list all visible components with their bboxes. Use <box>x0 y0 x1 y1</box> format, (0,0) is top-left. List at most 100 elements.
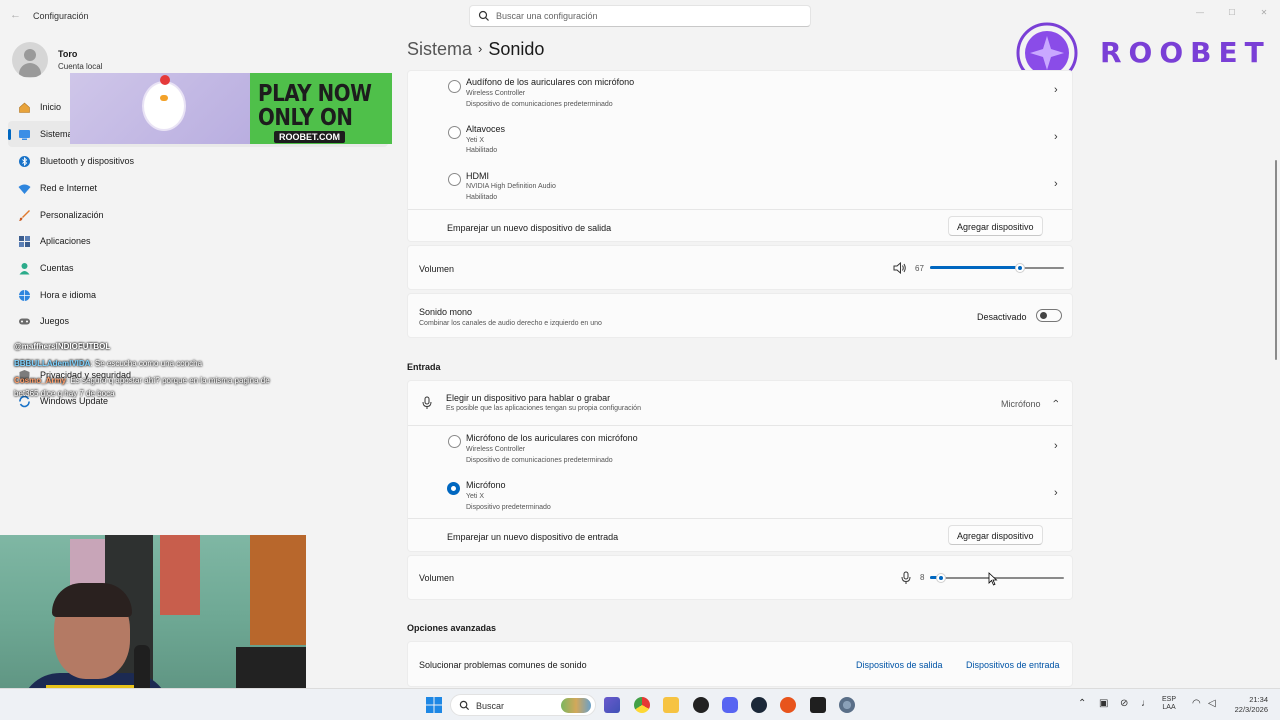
sidebar-item-bluetooth[interactable]: Bluetooth y dispositivos <box>8 148 388 174</box>
device-name: Micrófono <box>466 480 506 490</box>
ad-url: ROOBET.COM <box>274 131 346 143</box>
output-volume-label: Volumen <box>419 264 455 274</box>
clock[interactable]: 21:34 22/3/2026 <box>1222 695 1268 715</box>
sidebar-item-hora-idioma[interactable]: Hora e idioma <box>8 282 388 308</box>
chat-message: BBBULLAdemIVIDA: Se escucha como una con… <box>14 359 203 368</box>
windows-start-icon[interactable] <box>426 697 442 713</box>
input-device-row[interactable]: Micrófono Yeti X Dispositivo predetermin… <box>408 473 1072 518</box>
globe-icon <box>19 290 30 301</box>
file-explorer-icon[interactable] <box>663 697 679 713</box>
roobet-brand-name: ROOBET <box>1100 36 1271 69</box>
no-connection-icon[interactable]: ⊘ <box>1120 698 1128 709</box>
speaker-icon[interactable] <box>893 262 907 274</box>
chevron-right-icon: › <box>478 41 483 56</box>
chevron-up-icon[interactable]: › <box>1050 399 1062 403</box>
input-device-radio[interactable] <box>448 435 461 448</box>
slider-thumb[interactable] <box>1015 263 1025 273</box>
chat-message: bet365 dice q hay 7 de boca <box>14 389 115 398</box>
teams-icon[interactable] <box>604 697 620 713</box>
obs-icon[interactable] <box>693 697 709 713</box>
volume-tray-icon[interactable]: ◁ <box>1208 698 1216 709</box>
device-detail: Yeti X <box>466 493 485 500</box>
search-icon <box>459 700 470 711</box>
mono-audio-toggle[interactable] <box>1036 309 1062 322</box>
device-status: Dispositivo de comunicaciones predetermi… <box>466 101 613 108</box>
chevron-up-icon[interactable]: ⌃ <box>1078 698 1086 709</box>
input-device-radio-selected[interactable] <box>447 482 460 495</box>
device-name: Audífono de los auriculares con micrófon… <box>466 77 635 87</box>
minimize-button[interactable]: — <box>1184 0 1216 24</box>
avatar <box>12 42 48 78</box>
wifi-tray-icon[interactable]: ◠ <box>1192 698 1201 709</box>
device-detail: NVIDIA High Definition Audio <box>466 183 556 190</box>
sidebar-item-personalizacion[interactable]: Personalización <box>8 202 388 228</box>
maximize-button[interactable]: ☐ <box>1216 0 1248 24</box>
settings-search-input[interactable]: Buscar una configuración <box>469 5 811 27</box>
terminal-icon[interactable] <box>810 697 826 713</box>
steam-icon[interactable] <box>751 697 767 713</box>
chat-message: @maffhersINDIOFUTBOL <box>14 342 111 351</box>
slider-thumb[interactable] <box>936 573 946 583</box>
search-highlight-image <box>561 698 591 713</box>
input-volume-label: Volumen <box>419 573 455 583</box>
output-devices-link[interactable]: Dispositivos de salida <box>856 660 943 670</box>
app-title: Configuración <box>33 11 89 21</box>
input-devices-card: Elegir un dispositivo para hablar o grab… <box>407 380 1073 552</box>
close-button[interactable]: ✕ <box>1248 0 1280 24</box>
roobet-ad-banner[interactable]: PLAY NOW ONLY ON ROOBET.COM <box>70 73 392 144</box>
microphone-tray-icon[interactable]: ♩ <box>1141 698 1151 709</box>
taskbar-search[interactable]: Buscar <box>450 694 596 716</box>
network-tray-icon[interactable]: ▣ <box>1099 698 1108 709</box>
media-app-icon[interactable] <box>780 697 796 713</box>
back-arrow-icon[interactable]: ← <box>10 9 24 23</box>
add-input-device-button[interactable]: Agregar dispositivo <box>948 525 1043 545</box>
device-name: Micrófono de los auriculares con micrófo… <box>466 433 638 443</box>
sidebar-item-cuentas[interactable]: Cuentas <box>8 255 388 281</box>
chrome-icon[interactable] <box>634 697 650 713</box>
sidebar-item-juegos[interactable]: Juegos <box>8 308 388 334</box>
home-icon <box>19 102 30 113</box>
system-icon <box>19 130 30 140</box>
input-device-row[interactable]: Micrófono de los auriculares con micrófo… <box>408 426 1072 472</box>
language-indicator[interactable]: ESP LAA <box>1162 696 1176 712</box>
microphone-icon[interactable] <box>901 571 911 585</box>
mono-title: Sonido mono <box>419 307 473 317</box>
sidebar-item-red[interactable]: Red e Internet <box>8 175 388 201</box>
lang-line-1: ESP <box>1162 696 1177 703</box>
microphone-icon <box>422 396 432 409</box>
output-device-row[interactable]: HDMI NVIDIA High Definition Audio Habili… <box>408 165 1072 209</box>
ad-headline-2: ONLY ON <box>258 105 353 131</box>
output-volume-slider[interactable] <box>930 261 1064 275</box>
mono-audio-card: Sonido mono Combinar los canales de audi… <box>407 293 1073 338</box>
output-device-radio[interactable] <box>448 126 461 139</box>
device-detail: Wireless Controller <box>466 90 526 97</box>
chicken-mascot-icon <box>142 75 186 131</box>
output-device-row[interactable]: Altavoces Yeti X Habilitado › <box>408 118 1072 164</box>
output-device-radio[interactable] <box>448 173 461 186</box>
chevron-right-icon: › <box>1054 440 1058 452</box>
input-device-chooser[interactable]: Elegir un dispositivo para hablar o grab… <box>408 381 1072 425</box>
output-device-row[interactable]: Audífono de los auriculares con micrófon… <box>408 71 1072 117</box>
scrollbar[interactable] <box>1275 160 1277 360</box>
settings-gear-icon[interactable] <box>839 697 855 713</box>
troubleshoot-label: Solucionar problemas comunes de sonido <box>419 660 587 670</box>
output-device-radio[interactable] <box>448 80 461 93</box>
brush-icon <box>19 210 30 221</box>
chevron-right-icon: › <box>1054 84 1058 96</box>
input-section-title: Entrada <box>407 362 441 372</box>
chooser-subtitle: Es posible que las aplicaciones tengan s… <box>446 405 641 412</box>
sidebar-item-aplicaciones[interactable]: Aplicaciones <box>8 228 388 254</box>
slider-fill <box>930 266 1020 269</box>
ad-headline-1: PLAY NOW <box>258 81 372 107</box>
divider <box>408 209 1072 210</box>
device-status: Habilitado <box>466 147 498 154</box>
divider <box>408 518 1072 519</box>
breadcrumb-parent[interactable]: Sistema <box>407 39 472 59</box>
chooser-value: Micrófono <box>1001 399 1041 409</box>
discord-icon[interactable] <box>722 697 738 713</box>
mouse-cursor-icon <box>988 572 998 586</box>
sidebar-item-label: Aplicaciones <box>40 236 91 246</box>
add-output-device-button[interactable]: Agregar dispositivo <box>948 216 1043 236</box>
apps-icon <box>19 236 30 247</box>
input-devices-link[interactable]: Dispositivos de entrada <box>966 660 1060 670</box>
